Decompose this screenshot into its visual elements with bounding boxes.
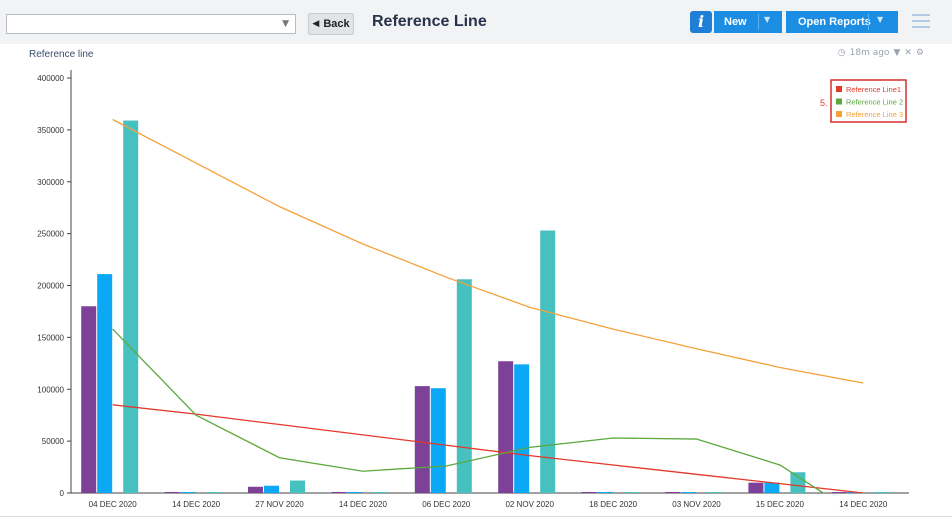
y-tick-label: 250000 xyxy=(37,230,64,239)
reference-line-3 xyxy=(112,118,864,384)
x-tick-label: 18 DEC 2020 xyxy=(589,500,638,509)
y-tick-label: 300000 xyxy=(37,178,64,187)
reference-line-chart: 400000 350000 300000 250000 200000 150000 1000… xyxy=(37,70,909,509)
y-tick-label: 350000 xyxy=(37,126,64,135)
x-tick-label: 06 DEC 2020 xyxy=(422,500,471,509)
bar-series-1 xyxy=(665,492,680,493)
y-tick-label: 200000 xyxy=(37,282,64,291)
bar-series-2 xyxy=(764,482,780,493)
bar-series-3 xyxy=(123,120,139,493)
x-tick-label: 02 NOV 2020 xyxy=(505,500,554,509)
bar-series-2 xyxy=(180,492,196,493)
reference-line-1 xyxy=(112,404,864,493)
x-tick-label: 04 DEC 2020 xyxy=(89,500,138,509)
bar-series-3 xyxy=(373,492,389,493)
bar-series-1 xyxy=(748,482,764,493)
bar-series-1 xyxy=(331,492,347,493)
legend-label: Reference Line1 xyxy=(846,85,901,94)
y-tick-label: 150000 xyxy=(37,333,64,342)
bar-series-1 xyxy=(81,306,97,493)
bar-series-1 xyxy=(831,492,847,493)
legend-swatch xyxy=(836,86,842,92)
x-tick-label: 14 DEC 2020 xyxy=(172,500,221,509)
bar-series-3 xyxy=(790,472,806,493)
bar-series-2 xyxy=(430,388,446,493)
bar-series-1 xyxy=(414,386,430,493)
y-tick-label: 50000 xyxy=(42,437,65,446)
legend-annotation: 5. xyxy=(820,98,828,108)
bar-series-2 xyxy=(681,492,696,493)
x-tick-label: 14 DEC 2020 xyxy=(839,500,888,509)
x-tick-label: 03 NOV 2020 xyxy=(672,500,721,509)
legend-label: Reference Line 2 xyxy=(846,98,903,107)
bar-series-2 xyxy=(264,485,279,493)
x-tick-label: 27 NOV 2020 xyxy=(255,500,304,509)
divider xyxy=(0,516,952,517)
bar-series-2 xyxy=(97,274,113,493)
bar-series-2 xyxy=(597,492,613,493)
bar-series-1 xyxy=(164,492,180,493)
bar-series-3 xyxy=(873,492,889,493)
bar-series-3 xyxy=(290,480,305,493)
bar-series-2 xyxy=(514,364,530,493)
legend-label: Reference Line 3 xyxy=(846,110,903,119)
y-tick-label: 400000 xyxy=(37,74,64,83)
bar-series-1 xyxy=(498,361,514,493)
bar-series-3 xyxy=(540,230,556,493)
bar-series-1 xyxy=(248,486,263,493)
y-tick-label: 0 xyxy=(60,489,65,498)
bar-series-2 xyxy=(347,492,363,493)
legend-swatch xyxy=(836,111,842,117)
bar-series-3 xyxy=(206,492,222,493)
bar-series-1 xyxy=(581,492,597,493)
bar-series-3 xyxy=(707,492,722,493)
y-tick-label: 100000 xyxy=(37,385,64,394)
x-tick-label: 14 DEC 2020 xyxy=(339,500,388,509)
x-tick-label: 15 DEC 2020 xyxy=(756,500,805,509)
legend-swatch xyxy=(836,98,842,105)
bar-series-3 xyxy=(623,492,639,493)
